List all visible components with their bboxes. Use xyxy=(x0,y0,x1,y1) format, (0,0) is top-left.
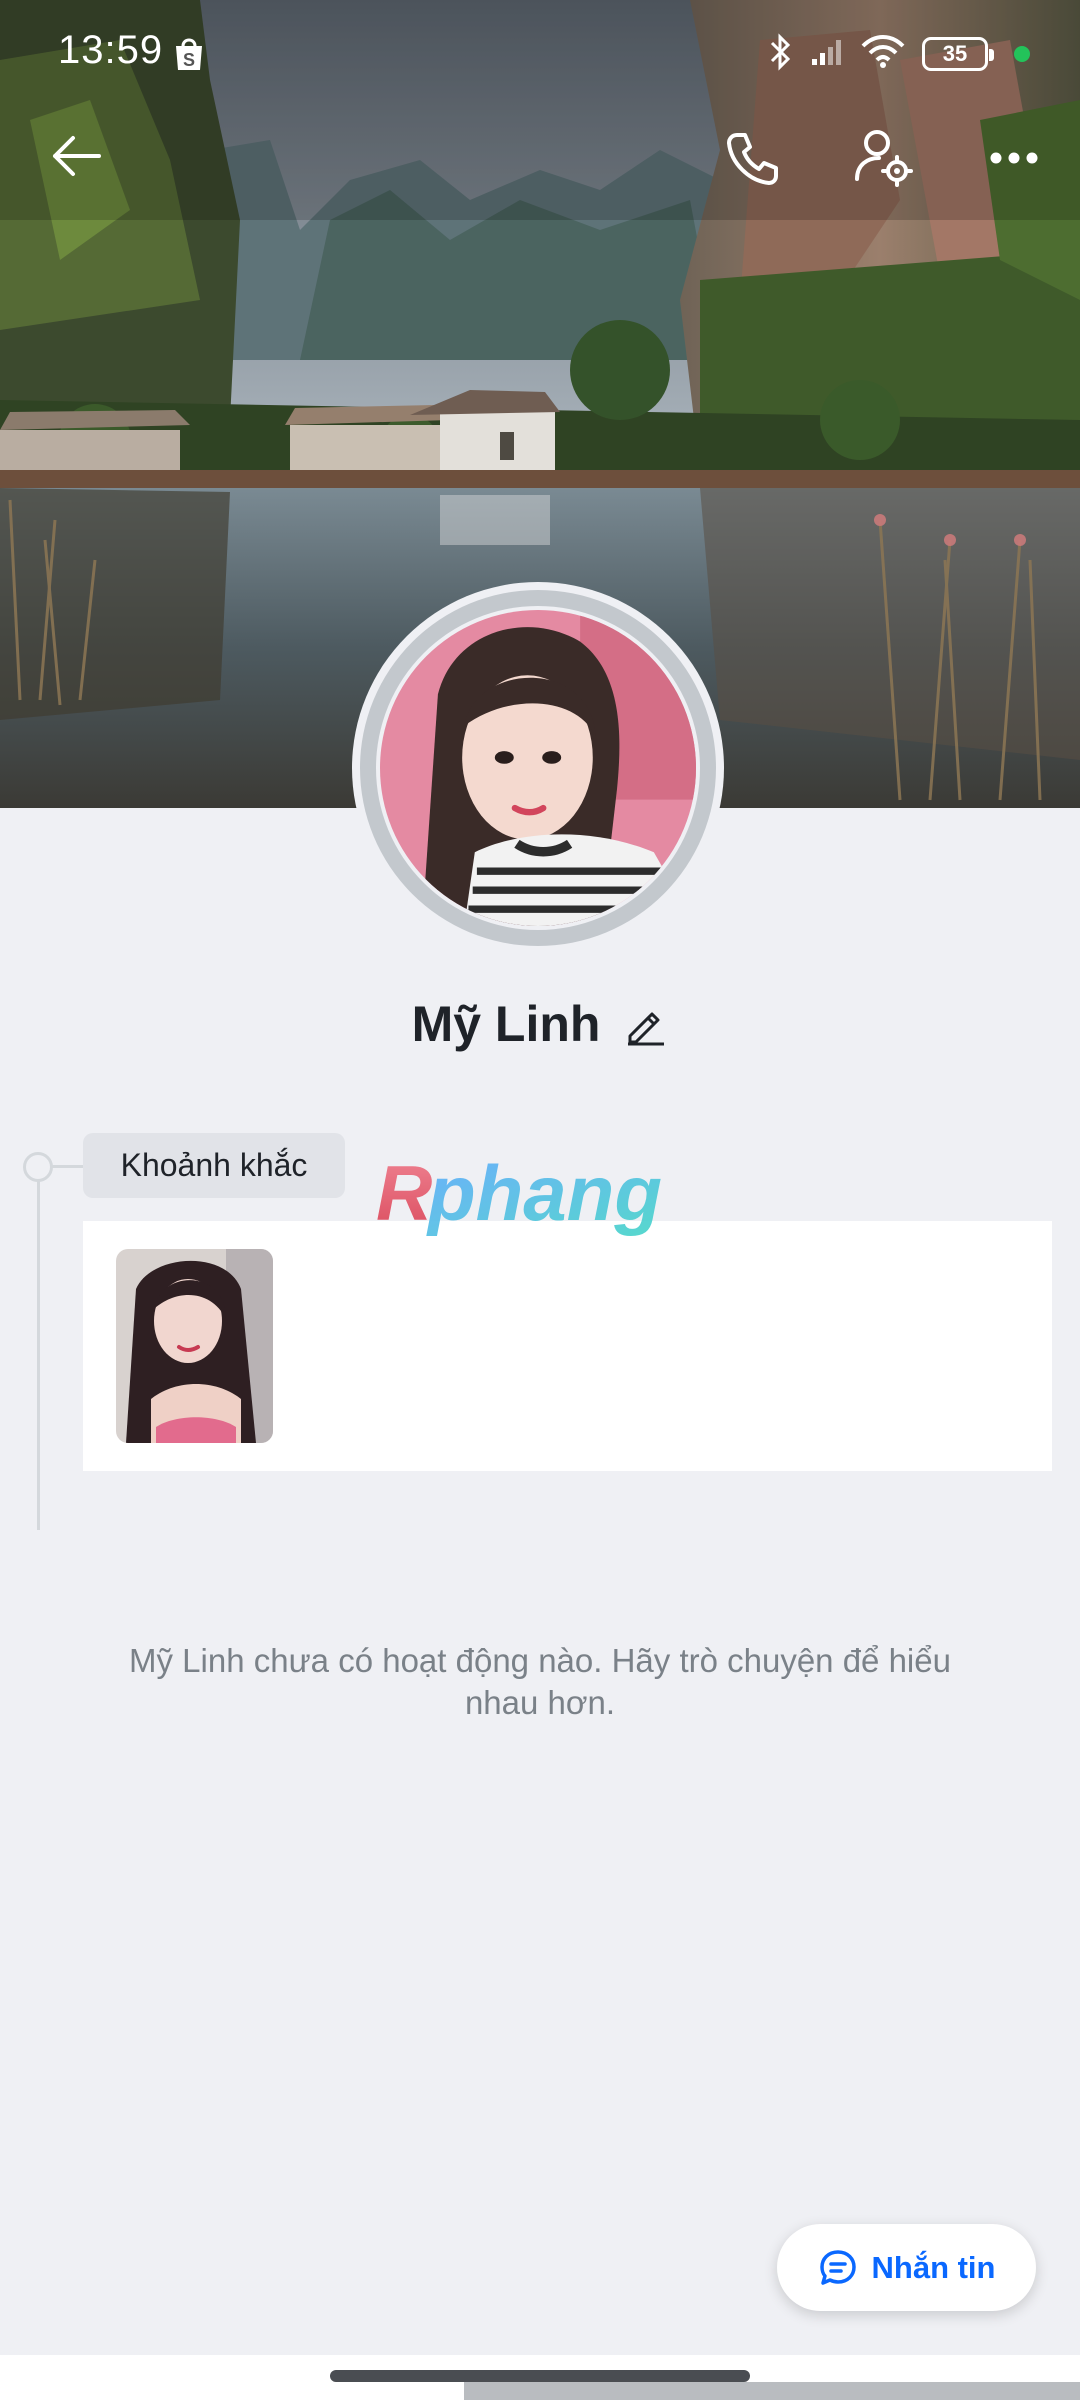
profile-settings-button[interactable] xyxy=(850,124,918,192)
more-icon xyxy=(990,152,1038,164)
profile-name-row: Mỹ Linh xyxy=(0,995,1080,1053)
bluetooth-icon xyxy=(768,32,794,77)
empty-activity-text: Mỹ Linh chưa có hoạt động nào. Hãy trò c… xyxy=(129,1642,951,1721)
timeline-connector xyxy=(50,1165,84,1168)
status-time: 13:59 xyxy=(58,28,164,72)
shopee-bag-icon: S xyxy=(173,36,205,72)
active-dot-icon xyxy=(1014,46,1030,62)
bottom-overlay-strip xyxy=(464,2382,1080,2400)
more-button[interactable] xyxy=(982,130,1046,186)
svg-text:S: S xyxy=(183,50,195,70)
moments-label: Khoảnh khắc xyxy=(83,1133,345,1198)
user-settings-icon xyxy=(855,130,913,187)
watermark-logo: R phang xyxy=(376,1149,706,1240)
avatar-frame[interactable] xyxy=(352,582,724,954)
moment-thumbnail[interactable] xyxy=(116,1249,273,1443)
status-bar: 13:59 S 35 xyxy=(0,0,1080,110)
pencil-icon xyxy=(628,1012,665,1046)
status-icons: 35 xyxy=(768,30,1030,78)
edit-name-button[interactable] xyxy=(624,1002,668,1046)
message-button[interactable]: Nhắn tin xyxy=(777,2224,1036,2311)
timeline-dot xyxy=(23,1152,53,1182)
phone-icon xyxy=(727,133,778,185)
svg-text:phang: phang xyxy=(426,1150,662,1237)
chat-bubble-icon xyxy=(819,2249,856,2285)
profile-name: Mỹ Linh xyxy=(411,996,601,1052)
avatar[interactable] xyxy=(380,610,696,926)
profile-screen: 13:59 S 35 Mỹ Linh Khoảnh khắc R phang M… xyxy=(0,0,1080,2400)
moments-card xyxy=(83,1221,1052,1471)
wifi-icon xyxy=(860,34,906,75)
back-button[interactable] xyxy=(44,124,108,188)
signal-icon xyxy=(810,37,844,72)
home-indicator[interactable] xyxy=(330,2370,750,2382)
back-arrow-icon xyxy=(53,136,101,176)
call-button[interactable] xyxy=(718,124,786,192)
battery-icon: 35 xyxy=(922,37,994,71)
timeline-line xyxy=(37,1166,40,1530)
svg-text:R: R xyxy=(376,1150,432,1237)
battery-level: 35 xyxy=(942,41,968,66)
message-button-label: Nhắn tin xyxy=(871,2249,996,2285)
